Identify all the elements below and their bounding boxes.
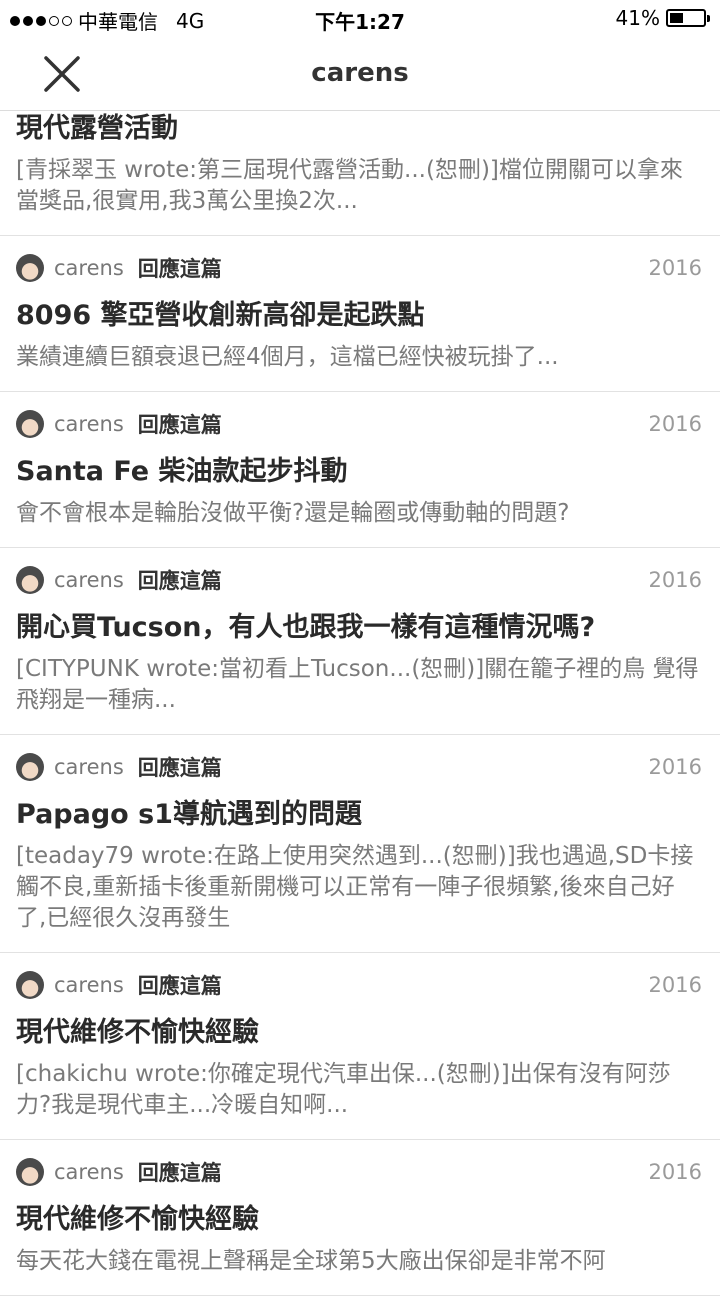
- post-author[interactable]: carens: [54, 256, 124, 280]
- page-title: carens: [311, 58, 409, 88]
- post-action: 回應這篇: [137, 756, 222, 780]
- status-right: 41%: [615, 6, 710, 30]
- post-title[interactable]: 現代維修不愉快經驗: [16, 1202, 704, 1238]
- post-year: 2016: [648, 568, 702, 592]
- status-time: 下午1:27: [315, 10, 405, 34]
- post-year: 2016: [648, 1160, 702, 1184]
- status-bar: 中華電信 4G 下午1:27 41%: [0, 0, 720, 38]
- post-excerpt: [chakichu wrote:你確定現代汽車出保...(恕刪)]出保有沒有阿莎…: [16, 1061, 671, 1118]
- post-excerpt: 每天花大錢在電視上聲稱是全球第5大廠出保卻是非常不阿: [16, 1248, 606, 1274]
- post-item[interactable]: carens 回應這篇 2016 現代維修不愉快經驗 [chakichu wro…: [0, 969, 720, 1140]
- post-item[interactable]: 現代露營活動 [青採翠玉 wrote:第三屆現代露營活動...(恕刪)]檔位開關…: [0, 111, 720, 236]
- post-excerpt: 業績連續巨額衰退已經4個月，這檔已經快被玩掛了...: [16, 344, 559, 370]
- post-excerpt: [青採翠玉 wrote:第三屆現代露營活動...(恕刪)]檔位開關可以拿來當獎品…: [16, 157, 683, 214]
- avatar[interactable]: [16, 1158, 44, 1186]
- post-excerpt: [CITYPUNK wrote:當初看上Tucson...(恕刪)]關在籠子裡的…: [16, 656, 699, 713]
- battery-icon: [666, 9, 710, 27]
- post-action: 回應這篇: [137, 257, 222, 281]
- post-title[interactable]: 開心買Tucson，有人也跟我一樣有這種情況嗎?: [16, 610, 704, 646]
- post-action: 回應這篇: [137, 1161, 222, 1185]
- post-list: 現代露營活動 [青採翠玉 wrote:第三屆現代露營活動...(恕刪)]檔位開關…: [0, 111, 720, 1296]
- avatar[interactable]: [16, 254, 44, 282]
- post-author[interactable]: carens: [54, 568, 124, 592]
- post-action: 回應這篇: [137, 569, 222, 593]
- post-meta: carens 回應這篇 2016: [16, 252, 704, 284]
- post-action: 回應這篇: [137, 974, 222, 998]
- post-meta: carens 回應這篇 2016: [16, 751, 704, 783]
- post-title[interactable]: 8096 擎亞營收創新高卻是起跌點: [16, 298, 704, 334]
- post-year: 2016: [648, 973, 702, 997]
- post-excerpt: [teaday79 wrote:在路上使用突然遇到...(恕刪)]我也遇過,SD…: [16, 843, 694, 931]
- post-meta: carens 回應這篇 2016: [16, 564, 704, 596]
- post-author[interactable]: carens: [54, 973, 124, 997]
- battery-percent: 41%: [615, 6, 660, 30]
- post-meta: carens 回應這篇 2016: [16, 969, 704, 1001]
- post-title[interactable]: 現代露營活動: [16, 111, 704, 147]
- post-title[interactable]: 現代維修不愉快經驗: [16, 1015, 704, 1051]
- avatar[interactable]: [16, 971, 44, 999]
- post-item[interactable]: carens 回應這篇 2016 Santa Fe 柴油款起步抖動 會不會根本是…: [0, 408, 720, 548]
- post-author[interactable]: carens: [54, 1160, 124, 1184]
- post-meta: carens 回應這篇 2016: [16, 408, 704, 440]
- post-author[interactable]: carens: [54, 412, 124, 436]
- post-year: 2016: [648, 412, 702, 436]
- post-author[interactable]: carens: [54, 755, 124, 779]
- post-excerpt: 會不會根本是輪胎沒做平衡?還是輪圈或傳動軸的問題?: [16, 500, 570, 526]
- avatar[interactable]: [16, 410, 44, 438]
- avatar[interactable]: [16, 753, 44, 781]
- post-item[interactable]: carens 回應這篇 2016 8096 擎亞營收創新高卻是起跌點 業績連續巨…: [0, 252, 720, 392]
- post-meta: carens 回應這篇 2016: [16, 1156, 704, 1188]
- avatar[interactable]: [16, 566, 44, 594]
- battery-level: [670, 13, 683, 23]
- post-title[interactable]: Santa Fe 柴油款起步抖動: [16, 454, 704, 490]
- post-item[interactable]: carens 回應這篇 2016 開心買Tucson，有人也跟我一樣有這種情況嗎…: [0, 564, 720, 735]
- post-title[interactable]: Papago s1導航遇到的問題: [16, 797, 704, 833]
- post-action: 回應這篇: [137, 413, 222, 437]
- post-year: 2016: [648, 755, 702, 779]
- post-year: 2016: [648, 256, 702, 280]
- nav-bar: carens: [0, 38, 720, 111]
- post-item[interactable]: carens 回應這篇 2016 Papago s1導航遇到的問題 [teada…: [0, 751, 720, 953]
- post-item[interactable]: carens 回應這篇 2016 現代維修不愉快經驗 每天花大錢在電視上聲稱是全…: [0, 1156, 720, 1296]
